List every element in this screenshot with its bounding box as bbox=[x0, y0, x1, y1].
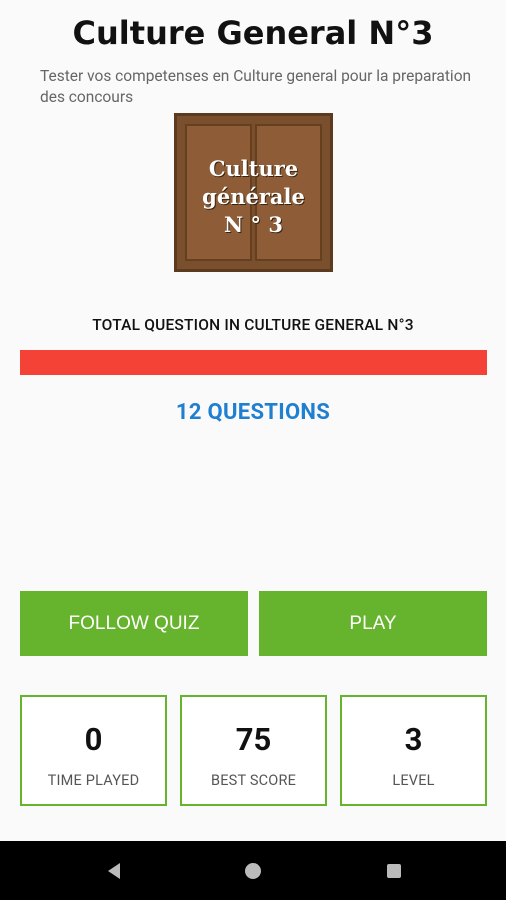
quiz-logo-image: Culture générale N ° 3 bbox=[174, 113, 333, 272]
stat-time-played: 0 TIME PLAYED bbox=[20, 695, 167, 806]
question-progress-bar bbox=[20, 350, 487, 375]
page-subtitle: Tester vos competenses en Culture genera… bbox=[40, 67, 472, 106]
recent-apps-icon[interactable] bbox=[387, 864, 401, 878]
logo-text-line1: Culture bbox=[208, 156, 299, 181]
question-count: 12 QUESTIONS bbox=[175, 400, 331, 425]
progress-fill bbox=[20, 350, 487, 375]
stat-value: 3 bbox=[404, 721, 423, 758]
total-question-label: TOTAL QUESTION IN CULTURE GENERAL N°3 bbox=[92, 316, 414, 334]
stat-value: 75 bbox=[235, 721, 272, 758]
stat-label: BEST SCORE bbox=[210, 772, 297, 789]
logo-text-line2: générale bbox=[202, 184, 305, 209]
home-icon[interactable] bbox=[245, 863, 261, 879]
page-title: Culture General N°3 bbox=[72, 14, 434, 52]
logo-text-line3: N ° 3 bbox=[224, 212, 283, 237]
play-button[interactable]: PLAY bbox=[259, 591, 487, 656]
follow-quiz-button[interactable]: FOLLOW QUIZ bbox=[20, 591, 248, 656]
stat-label: LEVEL bbox=[392, 772, 435, 789]
stat-best-score: 75 BEST SCORE bbox=[180, 695, 327, 806]
back-icon[interactable] bbox=[108, 863, 120, 879]
system-nav-bar bbox=[0, 841, 506, 900]
stat-label: TIME PLAYED bbox=[47, 772, 140, 789]
stat-level: 3 LEVEL bbox=[340, 695, 487, 806]
stat-value: 0 bbox=[84, 721, 103, 758]
